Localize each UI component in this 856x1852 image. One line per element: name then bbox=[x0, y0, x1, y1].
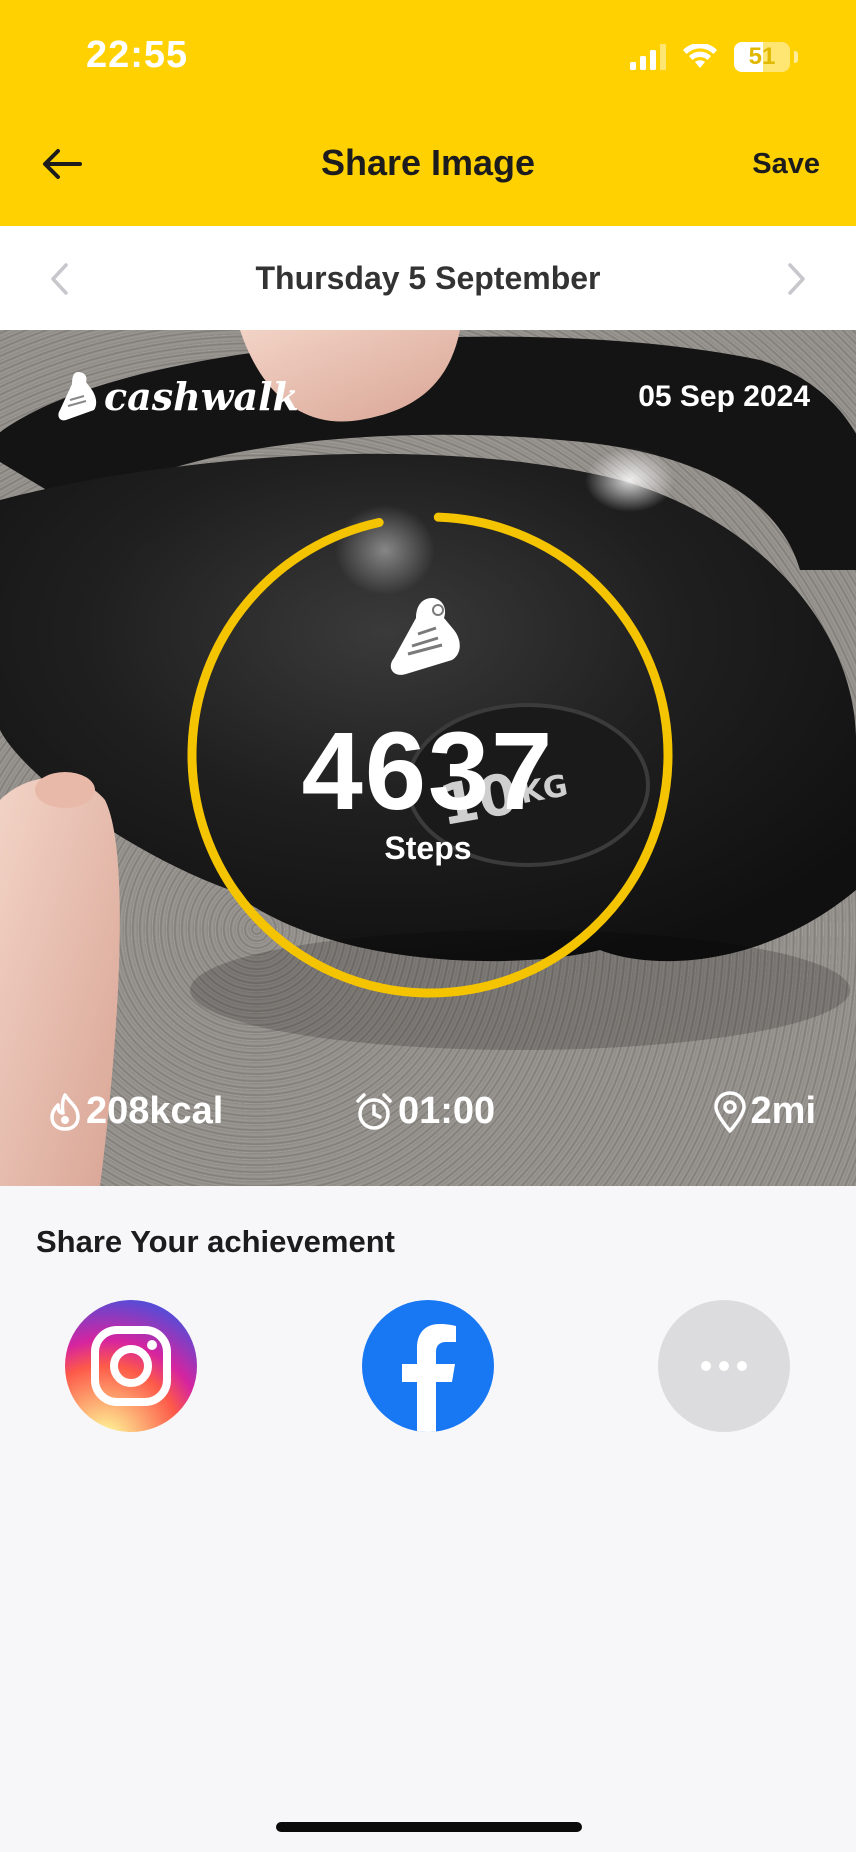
share-instagram-button[interactable] bbox=[65, 1300, 197, 1432]
duration-stat: 01:00 bbox=[354, 1090, 495, 1133]
header: 22:55 51 Share Image Save bbox=[0, 0, 856, 226]
brand-logo: cashwalk bbox=[56, 370, 299, 422]
location-pin-icon bbox=[713, 1090, 746, 1133]
calories-stat: 208kcal bbox=[48, 1090, 223, 1133]
share-title: Share Your achievement bbox=[36, 1224, 395, 1259]
wifi-icon bbox=[683, 44, 717, 68]
share-facebook-button[interactable] bbox=[362, 1300, 494, 1432]
date-selector: Thursday 5 September bbox=[0, 226, 856, 330]
status-icons: 51 bbox=[630, 40, 798, 74]
steps-label: Steps bbox=[384, 830, 472, 866]
card-date: 05 Sep 2024 bbox=[638, 380, 810, 413]
date-label: Thursday 5 September bbox=[255, 260, 601, 296]
sneaker-icon bbox=[58, 372, 97, 421]
distance-stat: 2mi bbox=[713, 1090, 816, 1133]
steps-count: 4637 bbox=[301, 710, 555, 833]
distance-value: 2mi bbox=[750, 1090, 816, 1132]
brand-name: cashwalk bbox=[104, 373, 299, 419]
more-dots-icon bbox=[701, 1361, 747, 1371]
share-more-button[interactable] bbox=[658, 1300, 790, 1432]
instagram-icon bbox=[91, 1326, 171, 1406]
chevron-left-icon[interactable] bbox=[48, 262, 72, 296]
save-button[interactable]: Save bbox=[752, 148, 820, 181]
sneaker-icon bbox=[390, 598, 460, 675]
alarm-clock-icon bbox=[356, 1092, 392, 1130]
signal-icon bbox=[630, 44, 666, 70]
flame-icon bbox=[50, 1092, 80, 1131]
duration-value: 01:00 bbox=[398, 1090, 496, 1132]
facebook-icon bbox=[402, 1324, 456, 1432]
status-time: 22:55 bbox=[86, 34, 189, 76]
page-title: Share Image bbox=[320, 142, 536, 183]
battery-label: 51 bbox=[748, 43, 776, 70]
calories-value: 208kcal bbox=[86, 1090, 224, 1132]
home-indicator bbox=[276, 1822, 582, 1832]
chevron-right-icon[interactable] bbox=[784, 262, 808, 296]
battery-nub bbox=[794, 51, 798, 63]
battery-icon: 51 bbox=[734, 42, 790, 72]
